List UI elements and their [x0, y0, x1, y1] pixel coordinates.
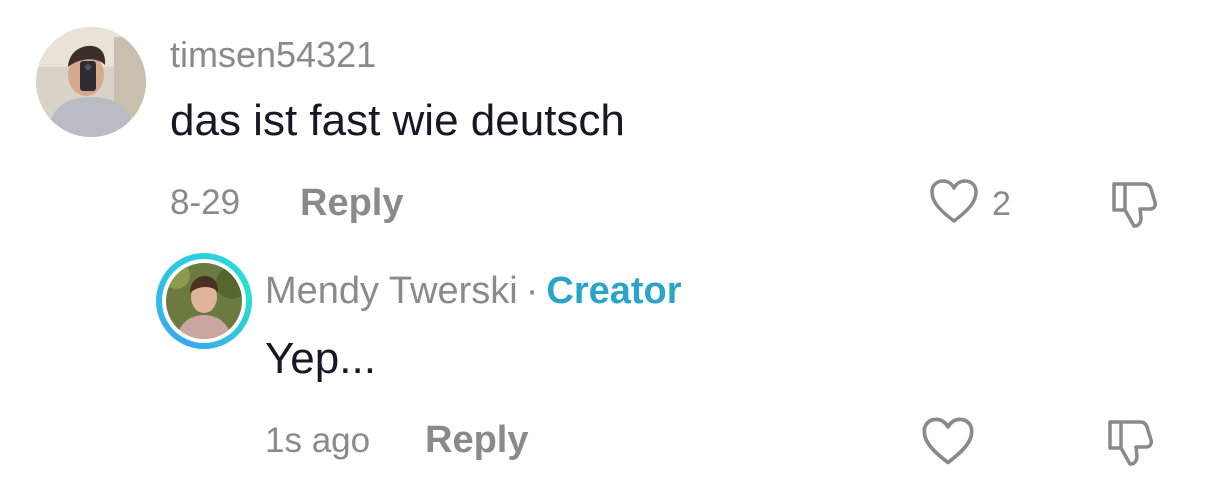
user-photo-avatar-icon [36, 27, 146, 137]
reply-text: Yep... [265, 334, 376, 383]
separator: · [525, 270, 539, 312]
thumbs-down-outline-icon[interactable] [1106, 176, 1162, 232]
thumbs-down-outline-icon[interactable] [1102, 414, 1158, 470]
comment-date: 8-29 [170, 183, 241, 222]
creator-badge: Creator [546, 270, 682, 312]
reply-button[interactable]: Reply [300, 182, 403, 224]
heart-outline-icon[interactable] [928, 176, 980, 228]
comment-text: das ist fast wie deutsch [170, 96, 625, 145]
reply-button[interactable]: Reply [425, 419, 528, 461]
creator-photo-avatar-icon [166, 263, 242, 339]
avatar [166, 263, 242, 339]
avatar-ring[interactable] [156, 253, 252, 349]
reply-date: 1s ago [265, 421, 371, 460]
reply-username-line: Mendy Twerski · Creator [265, 269, 682, 313]
avatar[interactable] [36, 27, 146, 137]
comment-username[interactable]: timsen54321 [170, 34, 376, 76]
reply-username[interactable]: Mendy Twerski [265, 270, 518, 312]
like-count: 2 [992, 185, 1011, 223]
heart-outline-icon[interactable] [920, 414, 976, 470]
